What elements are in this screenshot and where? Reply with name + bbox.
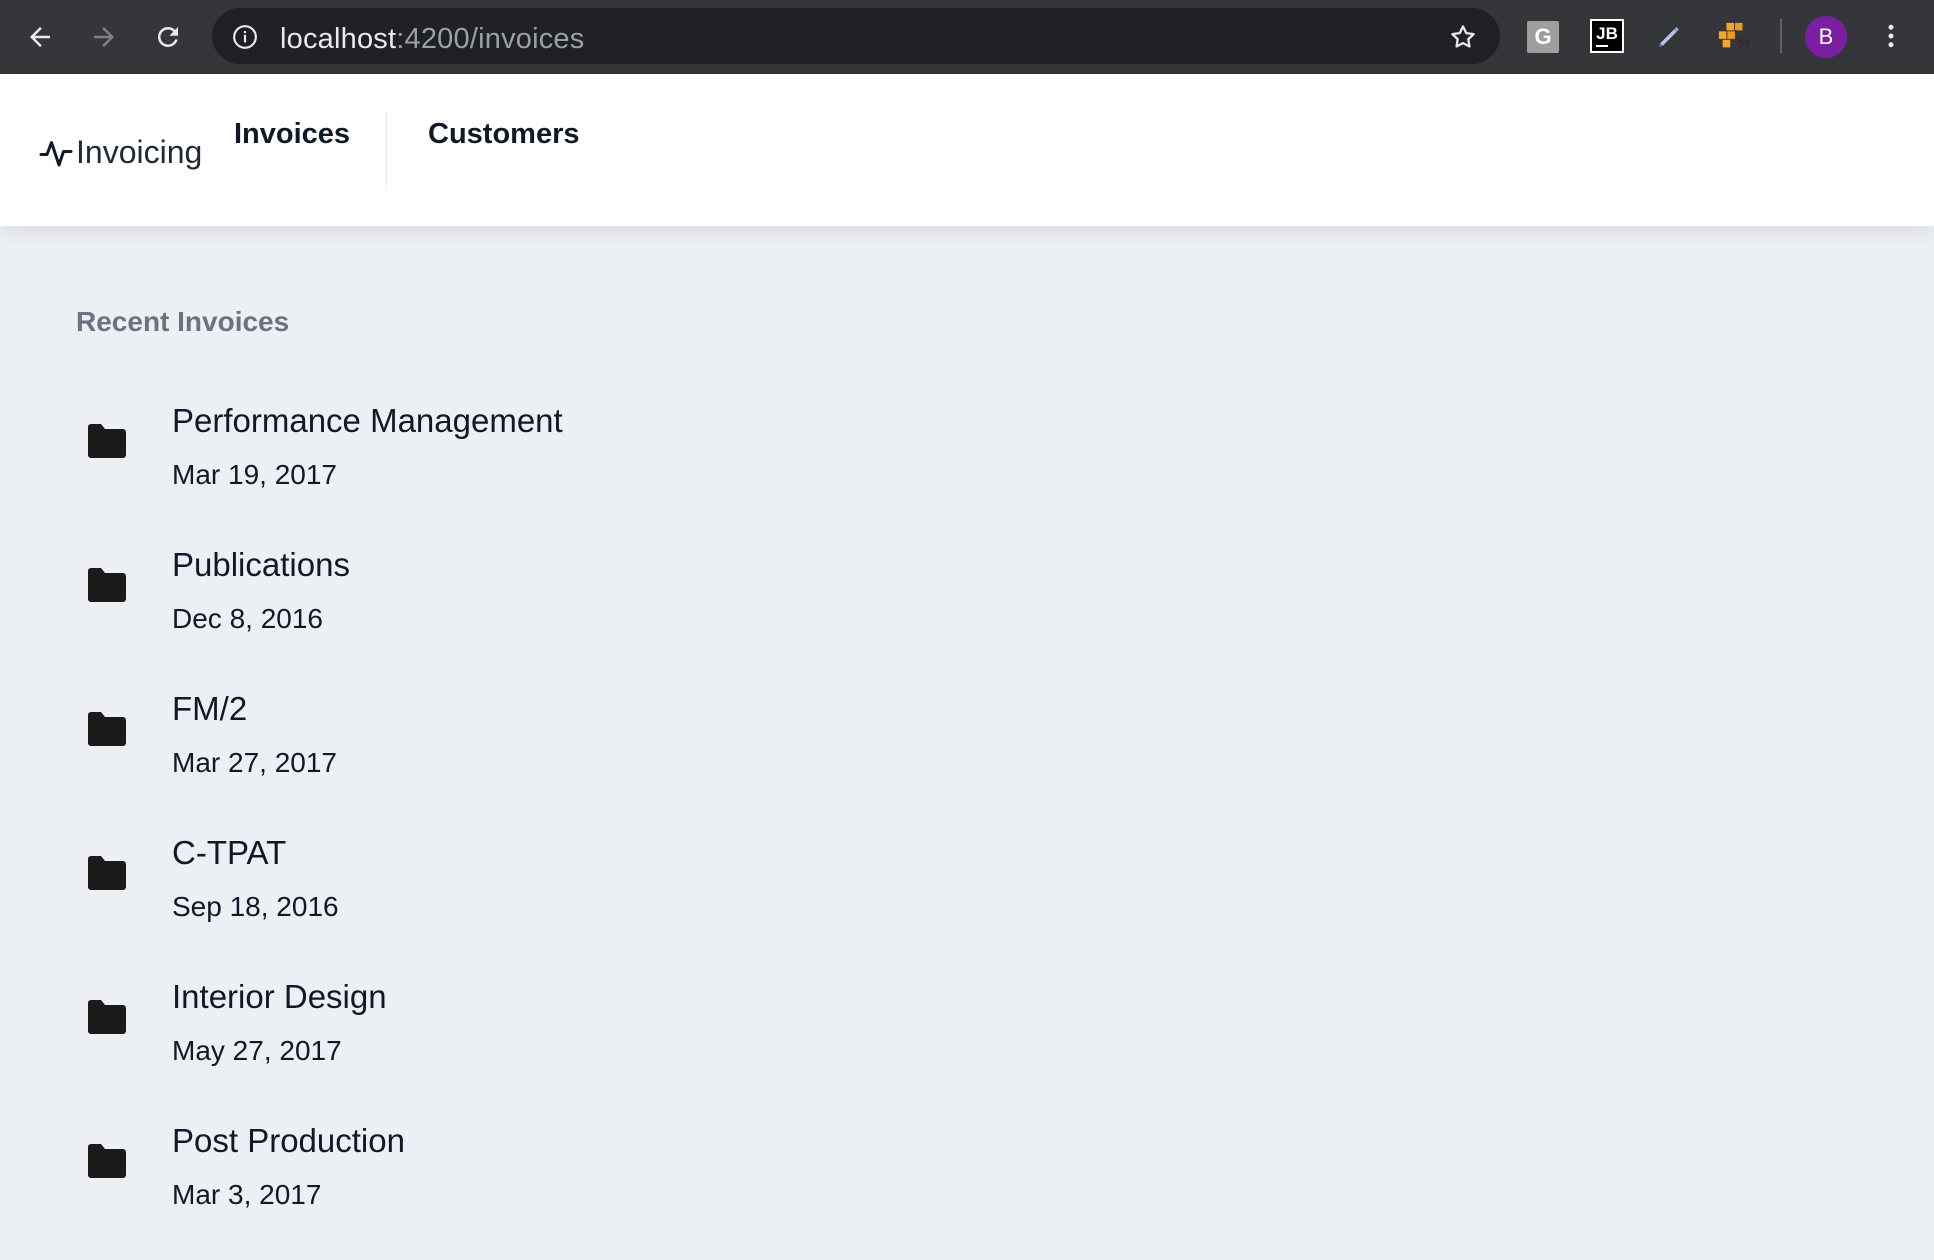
invoice-date: May 27, 2017 — [172, 1035, 342, 1066]
folder-icon — [88, 712, 126, 746]
invoice-title: FM/2 — [172, 690, 248, 727]
invoice-list-item[interactable]: Interior Design May 27, 2017 — [0, 972, 900, 1092]
invoice-date: Dec 8, 2016 — [172, 603, 323, 634]
profile-avatar[interactable]: B — [1805, 16, 1847, 58]
nav-invoices-link[interactable]: Invoices — [234, 118, 350, 151]
invoice-date: Mar 19, 2017 — [172, 459, 337, 490]
back-button[interactable] — [20, 17, 60, 57]
aws-extension-icon[interactable]: 53 — [1717, 20, 1751, 54]
section-title: Recent Invoices — [76, 306, 290, 337]
invoice-title: Performance Management — [172, 402, 563, 439]
arrow-left-icon — [30, 27, 50, 47]
bookmark-star-icon[interactable] — [1448, 22, 1478, 52]
browser-toolbar: localhost:4200/invoices G JB 53 B — [0, 0, 1934, 74]
url-host: localhost — [280, 23, 397, 55]
invoice-title: Post Production — [172, 1122, 405, 1159]
forward-button[interactable] — [84, 17, 124, 57]
url-text: localhost:4200/invoices — [280, 23, 584, 56]
url-path: :4200/invoices — [396, 23, 585, 55]
invoice-date: Sep 18, 2016 — [172, 891, 339, 922]
brand-label: Invoicing — [76, 134, 203, 170]
invoice-title: Publications — [172, 546, 350, 583]
invoice-list-item[interactable]: Publications Dec 8, 2016 — [0, 540, 900, 660]
app-header: Invoicing Invoices Customers — [0, 74, 1934, 226]
arrow-right-icon — [94, 27, 114, 47]
invoice-list-item[interactable]: Post Production Mar 3, 2017 — [0, 1116, 900, 1236]
invoice-list-item[interactable]: FM/2 Mar 27, 2017 — [0, 684, 900, 804]
grammarly-extension-icon[interactable]: G — [1527, 21, 1559, 53]
profile-initial: B — [1818, 24, 1834, 49]
nav-divider — [386, 112, 387, 186]
browser-menu-button[interactable] — [1876, 18, 1906, 59]
invoice-list-item[interactable]: Performance Management Mar 19, 2017 — [0, 396, 900, 516]
reload-icon — [157, 26, 178, 47]
invoice-title: Interior Design — [172, 978, 387, 1015]
toolbar-divider — [1780, 19, 1782, 53]
activity-pulse-icon — [39, 140, 73, 166]
folder-icon — [88, 1144, 126, 1178]
svg-text:53: 53 — [1738, 38, 1750, 49]
folder-icon — [88, 568, 126, 602]
jetbrains-extension-label: JB — [1596, 23, 1618, 43]
brand-logo[interactable]: Invoicing — [38, 134, 202, 171]
reload-button[interactable] — [148, 17, 188, 57]
invoice-list-item[interactable]: C-TPAT Sep 18, 2016 — [0, 828, 900, 948]
folder-icon — [88, 424, 126, 458]
address-bar[interactable]: localhost:4200/invoices — [212, 8, 1500, 64]
folder-icon — [88, 856, 126, 890]
invoice-title: C-TPAT — [172, 834, 287, 871]
grammarly-extension-label: G — [1534, 24, 1552, 49]
folder-icon — [88, 1000, 126, 1034]
invoice-date: Mar 3, 2017 — [172, 1179, 322, 1210]
invoice-date: Mar 27, 2017 — [172, 747, 337, 778]
nav-customers-link[interactable]: Customers — [428, 118, 580, 151]
info-icon[interactable] — [232, 24, 258, 50]
pen-extension-icon[interactable] — [1652, 20, 1686, 54]
more-vertical-icon — [1888, 24, 1894, 48]
jetbrains-extension-icon[interactable]: JB — [1590, 19, 1624, 53]
